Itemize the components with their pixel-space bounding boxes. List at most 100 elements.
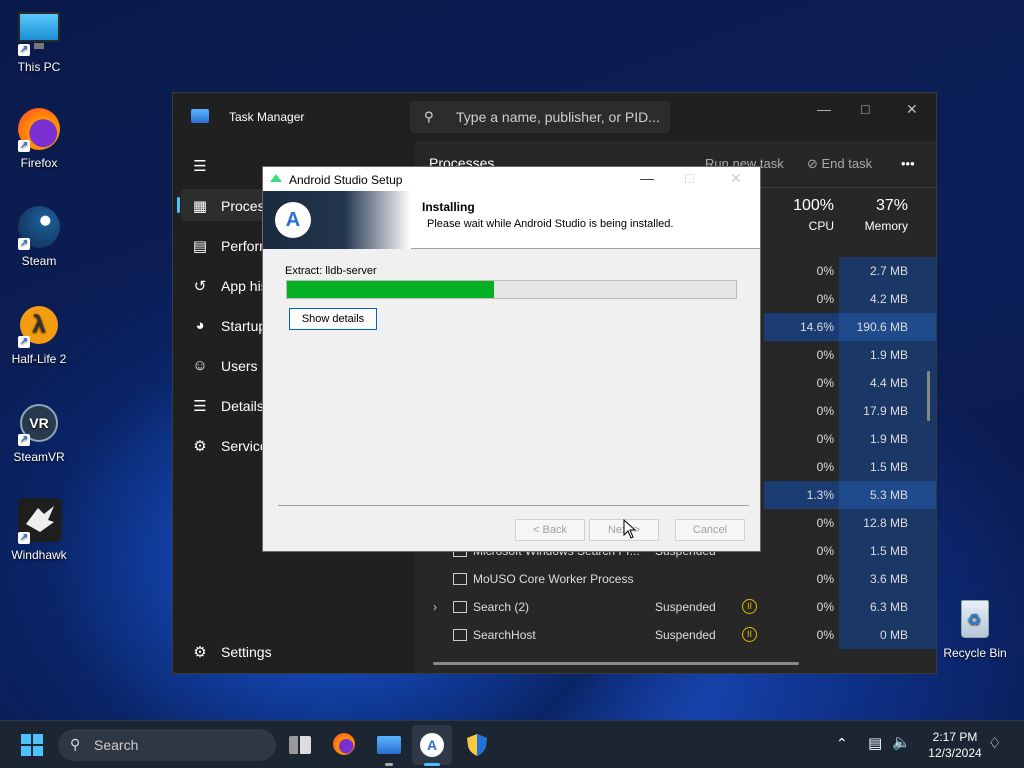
nav-item-services[interactable]: ⚙ Service — [191, 437, 267, 455]
task-manager-taskbar-icon[interactable] — [377, 733, 401, 766]
network-icon[interactable]: ▤ — [868, 734, 882, 752]
performance-icon: ▤ — [192, 238, 208, 255]
security-shield-taskbar-icon[interactable] — [465, 733, 489, 757]
nav-item-users[interactable]: ☺ Users — [191, 357, 257, 374]
progress-fill — [287, 281, 494, 298]
mouse-cursor-icon — [623, 519, 637, 539]
firefox-icon: ↗ — [16, 106, 62, 152]
table-row[interactable]: SearchHost Suspended II 0% 0 MB — [415, 621, 936, 649]
cpu-value: 1.3% — [806, 488, 834, 502]
cpu-value: 0% — [816, 432, 834, 446]
memory-value: 12.8 MB — [863, 516, 908, 530]
memory-column-header[interactable]: 37% Memory — [828, 197, 908, 233]
extract-status-text: Extract: lldb-server — [285, 265, 377, 277]
cancel-button[interactable]: Cancel — [675, 519, 745, 541]
memory-value: 4.4 MB — [869, 376, 908, 390]
desktop-icon-label: Firefox — [20, 156, 58, 170]
cpu-value: 0% — [816, 516, 834, 530]
desktop-icon-label: SteamVR — [13, 450, 65, 464]
half-life-icon: λ ↗ — [16, 302, 62, 348]
maximize-button[interactable]: □ — [861, 101, 869, 117]
search-placeholder: Type a name, publisher, or PID... — [456, 109, 660, 125]
dialog-maximize-button[interactable]: □ — [685, 170, 693, 186]
memory-value: 1.5 MB — [869, 544, 908, 558]
nav-item-startup[interactable]: ◕ Startup — [191, 317, 266, 334]
table-row[interactable]: MoUSO Core Worker Process 0% 3.6 MB — [415, 565, 936, 593]
memory-value: 5.3 MB — [869, 488, 908, 502]
desktop-icon-recycle-bin[interactable]: ♻ Recycle Bin — [940, 596, 1010, 660]
grid-icon: ▦ — [192, 198, 208, 215]
search-input[interactable]: ⚲ Type a name, publisher, or PID... — [410, 101, 670, 133]
taskbar-search-label: Search — [94, 737, 139, 753]
dialog-titlebar[interactable]: Android Studio Setup — □ ✕ — [263, 167, 760, 191]
volume-icon[interactable]: 🔈 — [892, 733, 911, 751]
dialog-close-button[interactable]: ✕ — [730, 170, 742, 187]
desktop-icon-steam[interactable]: ↗ Steam — [4, 204, 74, 268]
memory-value: 1.9 MB — [869, 348, 908, 362]
nav-item-processes[interactable]: ▦ Process — [191, 197, 272, 215]
steam-icon: ↗ — [16, 204, 62, 250]
suspended-icon: II — [742, 599, 757, 614]
show-hidden-icons-button[interactable]: ⌃ — [836, 735, 848, 752]
memory-value: 1.5 MB — [869, 460, 908, 474]
vertical-scrollbar[interactable] — [927, 371, 930, 421]
nav-item-details[interactable]: ☰ Details — [191, 397, 264, 415]
process-name: MoUSO Core Worker Process — [473, 572, 634, 586]
memory-value: 3.6 MB — [869, 572, 908, 586]
cpu-percent: 100% — [793, 197, 834, 214]
desktop-icon-half-life-2[interactable]: λ ↗ Half-Life 2 — [4, 302, 74, 366]
horizontal-scrollbar[interactable] — [433, 662, 799, 665]
expand-chevron-icon[interactable]: › — [433, 600, 437, 614]
desktop-icon-label: Half-Life 2 — [11, 352, 67, 366]
cpu-value: 0% — [816, 264, 834, 278]
memory-value: 17.9 MB — [863, 404, 908, 418]
notification-bell-icon[interactable]: ♢ — [988, 734, 1001, 752]
table-row[interactable]: › Search (2) Suspended II 0% 6.3 MB — [415, 593, 936, 621]
taskbar-search-box[interactable]: ⚲ Search — [58, 729, 276, 761]
hamburger-menu-button[interactable]: ☰ — [191, 157, 221, 175]
clock[interactable]: 2:17 PM 12/3/2024 — [920, 729, 990, 761]
services-icon: ⚙ — [193, 438, 207, 455]
start-button[interactable] — [20, 733, 44, 757]
memory-label: Memory — [864, 219, 908, 233]
taskbar: ⚲ Search A ⌃ ▤ 🔈 2:17 PM 12/3/2024 ♢ — [0, 720, 1024, 768]
memory-value: 1.9 MB — [869, 432, 908, 446]
close-button[interactable]: ✕ — [906, 101, 918, 118]
recycle-bin-icon: ♻ — [952, 596, 998, 642]
nav-item-app-history[interactable]: ↺ App his — [191, 277, 268, 295]
more-options-button[interactable]: ••• — [901, 156, 915, 171]
android-icon — [270, 174, 282, 182]
clock-date: 12/3/2024 — [928, 746, 982, 760]
dialog-header-banner: A Installing Please wait while Android S… — [263, 191, 760, 249]
task-view-icon[interactable] — [289, 733, 313, 757]
cpu-value: 14.6% — [799, 320, 834, 334]
dialog-divider — [278, 505, 749, 506]
end-task-icon: ⊘ — [807, 156, 822, 171]
memory-value: 4.2 MB — [869, 292, 908, 306]
desktop-icon-windhawk[interactable]: ↗ Windhawk — [4, 498, 74, 562]
desktop-icon-firefox[interactable]: ↗ Firefox — [4, 106, 74, 170]
desktop-icon-steamvr[interactable]: VR ↗ SteamVR — [4, 400, 74, 464]
desktop-icon-label: Recycle Bin — [943, 646, 1007, 660]
search-icon: ⚲ — [424, 109, 434, 124]
firefox-taskbar-icon[interactable] — [333, 733, 357, 757]
nav-item-label: App his — [221, 278, 268, 294]
task-manager-titlebar[interactable]: Task Manager ⚲ Type a name, publisher, o… — [173, 93, 936, 141]
nav-item-label: Settings — [221, 644, 272, 660]
monitor-icon: ↗ — [16, 10, 62, 56]
cpu-column-header[interactable]: 100% CPU — [764, 197, 834, 233]
android-studio-taskbar-icon[interactable]: A — [420, 733, 444, 766]
list-icon: ☰ — [193, 398, 207, 415]
end-task-button[interactable]: ⊘ End task — [807, 156, 872, 172]
show-details-button[interactable]: Show details — [289, 308, 377, 330]
desktop-icon-label: This PC — [17, 60, 61, 74]
clock-time: 2:17 PM — [932, 730, 978, 744]
desktop-icon-this-pc[interactable]: ↗ This PC — [4, 10, 74, 74]
nav-item-settings[interactable]: ⚙ Settings — [191, 643, 272, 661]
dialog-minimize-button[interactable]: — — [640, 170, 654, 186]
dialog-subheading: Please wait while Android Studio is bein… — [427, 218, 674, 230]
nav-item-performance[interactable]: ▤ Perforn — [191, 237, 267, 255]
back-button[interactable]: < Back — [515, 519, 585, 541]
minimize-button[interactable]: — — [817, 101, 831, 117]
memory-value: 2.7 MB — [869, 264, 908, 278]
